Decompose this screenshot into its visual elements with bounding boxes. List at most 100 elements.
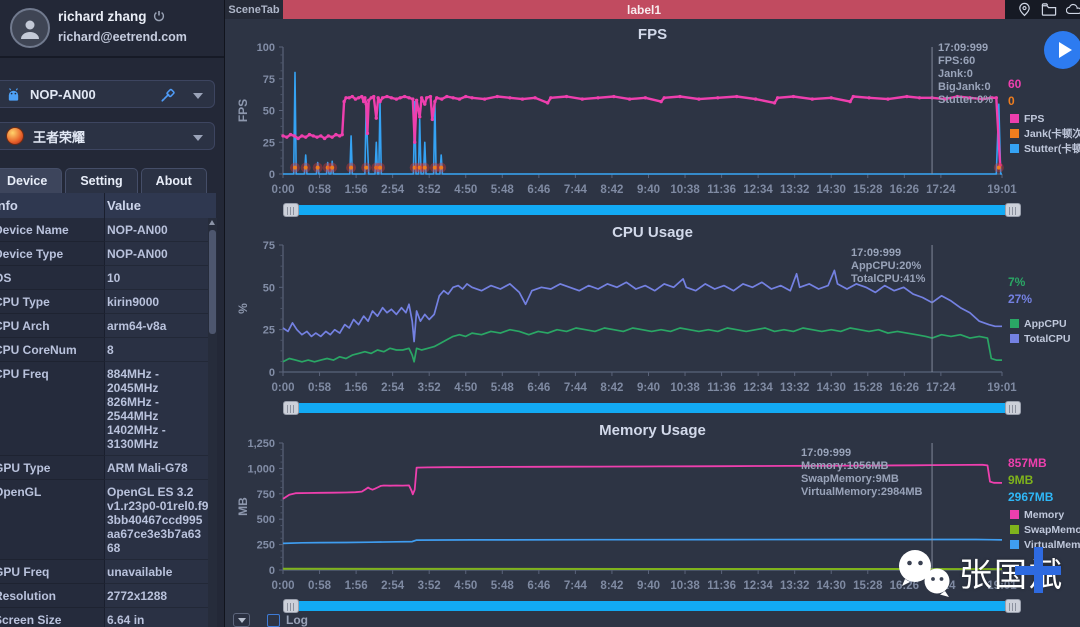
cpu-current-values: 7%27%	[1008, 274, 1032, 308]
legend-item[interactable]: Stutter(卡顿率)	[1010, 141, 1080, 156]
legend-item[interactable]: Memory	[1010, 507, 1080, 522]
folder-icon[interactable]	[1041, 2, 1057, 17]
svg-text:14:30: 14:30	[817, 580, 846, 592]
info-cell: OS	[0, 266, 104, 290]
table-row: Resolution2772x1288	[0, 584, 216, 608]
info-cell: Device Type	[0, 242, 104, 266]
tab-device[interactable]: Device	[0, 168, 62, 193]
power-icon[interactable]	[153, 10, 165, 25]
scrollbar-thumb[interactable]	[209, 230, 216, 334]
tab-setting[interactable]: Setting	[65, 168, 137, 193]
svg-text:0:00: 0:00	[271, 580, 294, 592]
value-cell: NOP-AN00	[104, 242, 216, 266]
scroll-track[interactable]	[299, 601, 1005, 611]
table-row: CPU CoreNum8	[0, 338, 216, 362]
perfdog-window: richard zhang richard@eetrend.com NOP-AN…	[0, 0, 1080, 627]
scroll-track[interactable]	[299, 403, 1005, 413]
legend-item[interactable]: FPS	[1010, 111, 1080, 126]
location-icon[interactable]	[1017, 2, 1032, 17]
legend-item[interactable]: SwapMemory	[1010, 522, 1080, 537]
svg-text:2:54: 2:54	[381, 580, 405, 592]
topbar-icons	[1005, 0, 1080, 19]
legend-label: FPS	[1024, 113, 1044, 125]
svg-text:6:46: 6:46	[527, 382, 550, 394]
scroll-up-icon[interactable]	[209, 220, 215, 225]
scroll-grip-right[interactable]	[1005, 203, 1021, 217]
cpu-timeline-scrollbar[interactable]	[283, 401, 1021, 415]
table-body: Device NameNOP-AN00Device TypeNOP-AN00OS…	[0, 218, 216, 627]
table-row: OpenGLOpenGL ES 3.2 v1.r23p0-01rel0.f9 3…	[0, 480, 216, 560]
memory-chart: 02505007501,0001,2500:000:581:562:543:52…	[225, 436, 1080, 596]
legend-item[interactable]: Jank(卡顿次数)	[1010, 126, 1080, 141]
svg-text:6:46: 6:46	[527, 184, 550, 196]
svg-text:0:00: 0:00	[271, 184, 294, 196]
svg-text:7:44: 7:44	[564, 580, 588, 592]
svg-text:16:26: 16:26	[890, 580, 919, 592]
tab-about[interactable]: About	[141, 168, 207, 193]
scroll-grip-left[interactable]	[283, 203, 299, 217]
svg-text:14:30: 14:30	[817, 382, 846, 394]
scroll-grip-left[interactable]	[283, 401, 299, 415]
scroll-track[interactable]	[299, 205, 1005, 215]
sidebar-tabs: Device Setting About	[0, 168, 207, 193]
legend-swatch	[1010, 334, 1019, 343]
chevron-down-icon[interactable]	[193, 93, 203, 99]
scene-tab[interactable]: SceneTab	[225, 0, 283, 19]
collapse-button[interactable]	[233, 613, 250, 627]
svg-text:13:32: 13:32	[780, 382, 809, 394]
table-row: Screen Size6.64 in	[0, 608, 216, 627]
scroll-grip-right[interactable]	[1005, 599, 1021, 613]
value-cell: 10	[104, 266, 216, 290]
app-selector-label: 王者荣耀	[33, 127, 85, 146]
svg-text:5:48: 5:48	[491, 184, 515, 196]
svg-text:7:44: 7:44	[564, 184, 588, 196]
memory-timeline-scrollbar[interactable]	[283, 599, 1021, 613]
cpu-chart: 02550750:000:581:562:543:524:505:486:467…	[225, 238, 1080, 398]
svg-text:1,250: 1,250	[247, 438, 275, 450]
svg-text:2:54: 2:54	[381, 184, 405, 196]
game-app-icon	[6, 127, 24, 145]
label1-bar[interactable]: label1	[283, 0, 1005, 19]
user-name: richard zhang	[58, 9, 165, 25]
legend-label: SwapMemory	[1024, 524, 1080, 536]
svg-text:FPS: FPS	[236, 99, 250, 122]
scroll-grip-left[interactable]	[283, 599, 299, 613]
svg-text:8:42: 8:42	[600, 382, 623, 394]
svg-text:25: 25	[263, 325, 275, 337]
device-selector[interactable]: NOP-AN00	[0, 80, 215, 108]
svg-text:6:46: 6:46	[527, 580, 550, 592]
log-checkbox[interactable]	[267, 614, 280, 627]
legend-item[interactable]: AppCPU	[1010, 316, 1080, 331]
svg-text:0: 0	[269, 565, 275, 577]
device-selector-label: NOP-AN00	[30, 87, 96, 102]
svg-text:75: 75	[263, 240, 275, 252]
memory-tooltip: 17:09:999Memory:1056MBSwapMemory:9MBVirt…	[801, 447, 922, 499]
person-icon	[18, 16, 42, 40]
svg-text:0: 0	[269, 367, 275, 379]
svg-text:4:50: 4:50	[454, 184, 477, 196]
svg-text:50: 50	[263, 282, 275, 294]
legend-swatch	[1010, 114, 1019, 123]
svg-text:0:58: 0:58	[308, 382, 332, 394]
header-value: Value	[104, 193, 216, 218]
usb-connect-icon[interactable]	[160, 87, 176, 108]
sidebar: richard zhang richard@eetrend.com NOP-AN…	[0, 0, 225, 627]
svg-text:13:32: 13:32	[780, 580, 809, 592]
chevron-down-icon[interactable]	[193, 135, 203, 141]
current-value: 27%	[1008, 291, 1032, 308]
app-selector[interactable]: 王者荣耀	[0, 122, 215, 150]
legend-item[interactable]: TotalCPU	[1010, 331, 1080, 346]
table-scrollbar[interactable]	[208, 218, 217, 627]
svg-text:1:56: 1:56	[345, 382, 368, 394]
info-cell: CPU CoreNum	[0, 338, 104, 362]
info-cell: OpenGL	[0, 480, 104, 560]
svg-text:19:01: 19:01	[987, 382, 1017, 394]
cloud-icon[interactable]	[1066, 2, 1080, 17]
info-cell: CPU Arch	[0, 314, 104, 338]
current-value: 9MB	[1008, 472, 1053, 489]
scroll-grip-right[interactable]	[1005, 401, 1021, 415]
user-email: richard@eetrend.com	[58, 30, 187, 44]
fps-timeline-scrollbar[interactable]	[283, 203, 1021, 217]
android-icon	[6, 87, 21, 102]
legend-label: TotalCPU	[1024, 333, 1070, 345]
